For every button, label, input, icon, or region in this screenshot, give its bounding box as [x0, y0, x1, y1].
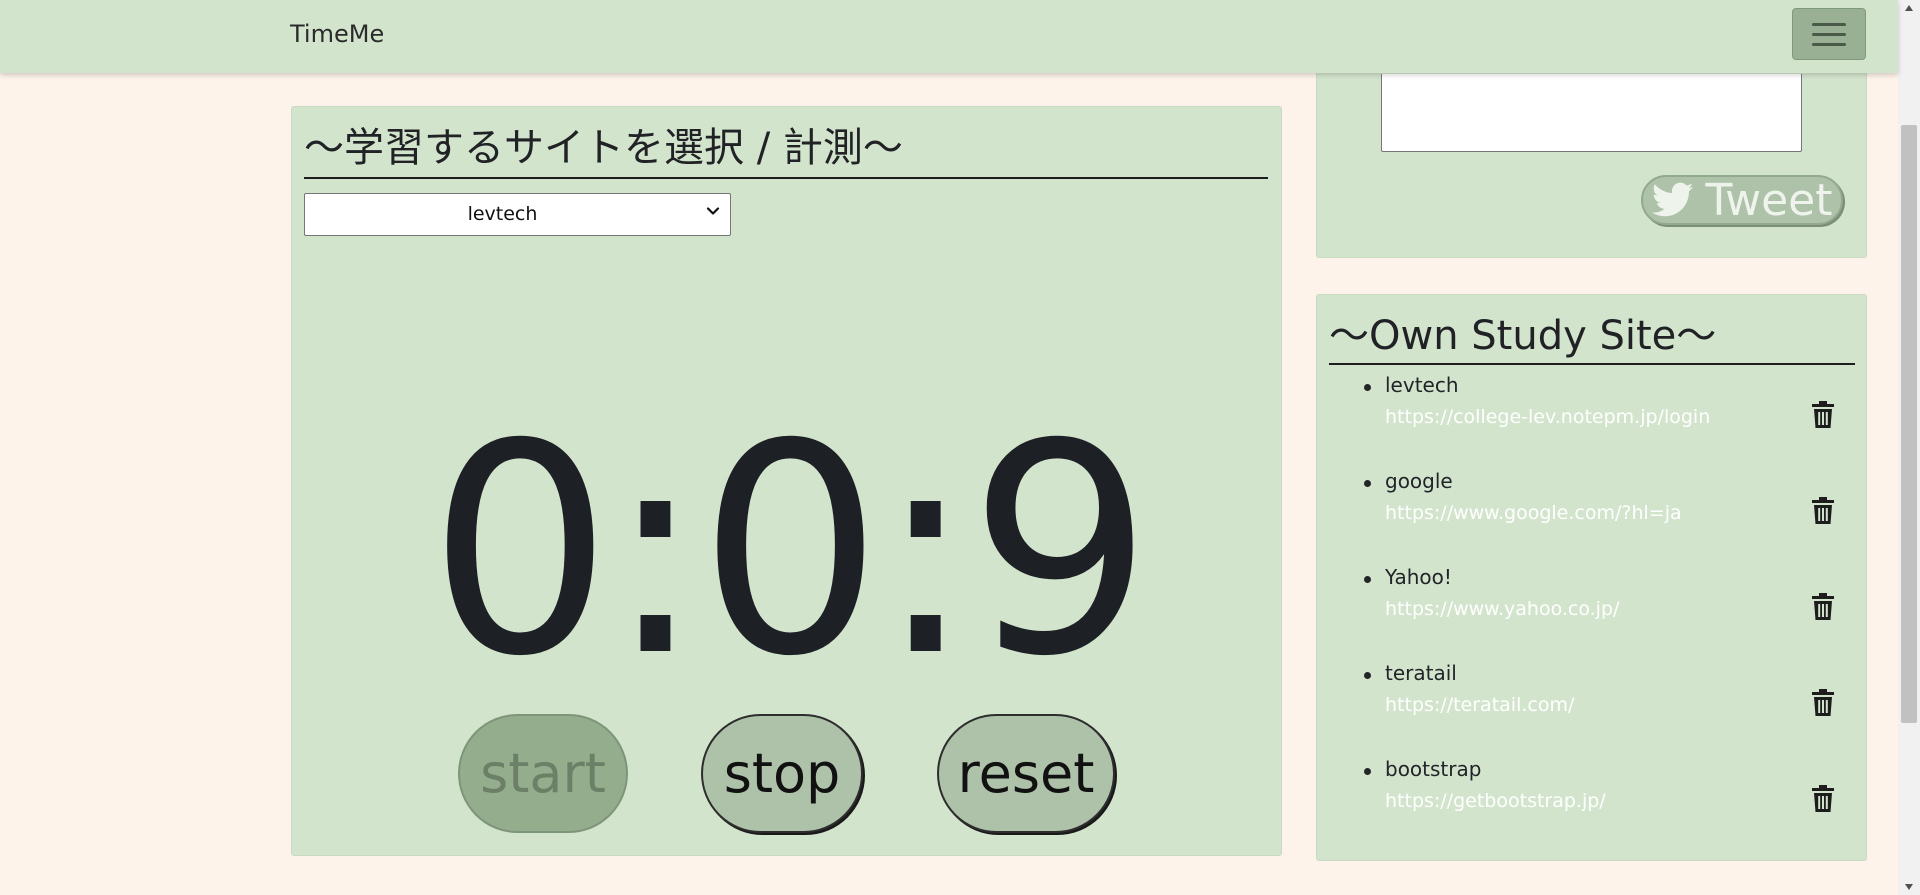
scroll-down-arrow-icon[interactable] — [1904, 883, 1914, 891]
bullet-icon — [1364, 768, 1371, 775]
tweet-button-label: Tweet — [1705, 174, 1833, 226]
timer-panel-title: 〜学習するサイトを選択 / 計測〜 — [304, 115, 1268, 179]
list-item: teratail https://teratail.com/ — [1317, 661, 1868, 757]
list-item: levtech https://college-lev.notepm.jp/lo… — [1317, 373, 1868, 469]
list-item: google https://www.google.com/?hl=ja — [1317, 469, 1868, 565]
site-link[interactable]: https://getbootstrap.jp/ — [1385, 790, 1606, 812]
tweet-button[interactable]: Tweet — [1641, 174, 1843, 226]
trash-icon[interactable] — [1811, 785, 1835, 813]
own-sites-panel: 〜Own Study Site〜 levtech https://college… — [1316, 294, 1867, 861]
hamburger-menu-icon — [1812, 22, 1846, 26]
site-name: levtech — [1385, 373, 1459, 397]
vertical-scrollbar[interactable] — [1898, 0, 1920, 895]
tweet-textarea[interactable] — [1381, 74, 1802, 152]
trash-icon[interactable] — [1811, 401, 1835, 429]
reset-button[interactable]: reset — [937, 714, 1115, 833]
site-select[interactable]: levtech — [304, 193, 731, 236]
own-sites-title: 〜Own Study Site〜 — [1329, 303, 1855, 365]
bullet-icon — [1364, 480, 1371, 487]
trash-icon[interactable] — [1811, 689, 1835, 717]
trash-icon[interactable] — [1811, 593, 1835, 621]
trash-icon[interactable] — [1811, 497, 1835, 525]
scroll-up-arrow-icon[interactable] — [1904, 4, 1914, 12]
site-link[interactable]: https://www.google.com/?hl=ja — [1385, 502, 1682, 524]
bullet-icon — [1364, 384, 1371, 391]
timer-display: 0:0:9 — [428, 383, 1153, 720]
scrollbar-thumb[interactable] — [1901, 125, 1917, 723]
stop-button[interactable]: stop — [701, 714, 863, 833]
site-link[interactable]: https://teratail.com/ — [1385, 694, 1574, 716]
timer-panel: 〜学習するサイトを選択 / 計測〜 levtech 0:0:9 start st… — [291, 106, 1282, 856]
brand-logo[interactable]: TimeMe — [290, 20, 384, 48]
bullet-icon — [1364, 672, 1371, 679]
bullet-icon — [1364, 576, 1371, 583]
site-name: bootstrap — [1385, 757, 1482, 781]
site-name: teratail — [1385, 661, 1457, 685]
site-select-value: levtech — [467, 203, 538, 225]
site-link[interactable]: https://www.yahoo.co.jp/ — [1385, 598, 1619, 620]
site-list: levtech https://college-lev.notepm.jp/lo… — [1317, 373, 1868, 853]
list-item: bootstrap https://getbootstrap.jp/ — [1317, 757, 1868, 853]
chevron-down-icon — [706, 207, 720, 215]
navbar: TimeMe — [0, 0, 1898, 73]
start-button[interactable]: start — [458, 714, 628, 833]
site-link[interactable]: https://college-lev.notepm.jp/login — [1385, 406, 1710, 428]
site-name: Yahoo! — [1385, 565, 1452, 589]
menu-toggle-button[interactable] — [1792, 8, 1866, 60]
site-name: google — [1385, 469, 1453, 493]
twitter-bird-icon — [1651, 182, 1693, 217]
list-item: Yahoo! https://www.yahoo.co.jp/ — [1317, 565, 1868, 661]
tweet-panel: Tweet — [1316, 60, 1867, 258]
